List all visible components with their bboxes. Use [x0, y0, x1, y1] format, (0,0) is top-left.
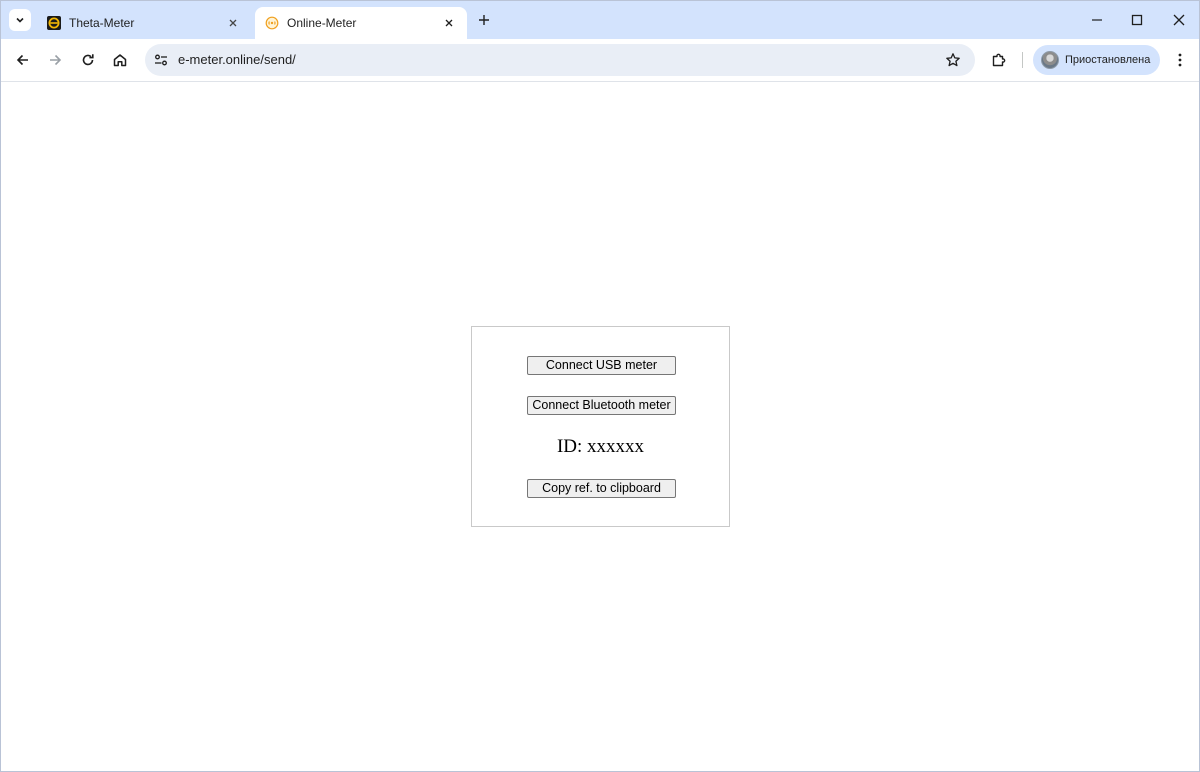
arrow-left-icon: [15, 52, 31, 68]
close-tab-icon[interactable]: [225, 15, 241, 31]
extensions-button[interactable]: [985, 46, 1013, 74]
bookmark-star-icon[interactable]: [943, 50, 963, 70]
reload-button[interactable]: [74, 46, 102, 74]
copy-ref-button[interactable]: Copy ref. to clipboard: [527, 479, 676, 498]
tab-search-button[interactable]: [9, 9, 31, 31]
address-bar[interactable]: e-meter.online/send/: [145, 44, 975, 76]
close-tab-icon[interactable]: [441, 15, 457, 31]
tab-strip: Theta-Meter Online-Meter: [1, 1, 1199, 39]
profile-status-label: Приостановлена: [1065, 54, 1151, 66]
reload-icon: [80, 52, 96, 68]
browser-toolbar: e-meter.online/send/ Приостановлена: [1, 39, 1199, 82]
tab-title: Online-Meter: [287, 16, 357, 30]
close-icon: [1173, 14, 1185, 26]
id-value: xxxxxx: [587, 436, 645, 457]
page-content: Connect USB meter Connect Bluetooth mete…: [1, 82, 1199, 771]
maximize-icon: [1131, 14, 1143, 26]
plus-icon: [478, 14, 490, 26]
online-meter-favicon-icon: [265, 16, 279, 30]
id-prefix: ID:: [556, 436, 583, 457]
more-vertical-icon: [1172, 52, 1188, 68]
browser-menu-button[interactable]: [1166, 46, 1194, 74]
arrow-right-icon: [47, 52, 63, 68]
avatar: [1041, 51, 1059, 69]
tab-title: Theta-Meter: [69, 16, 135, 30]
browser-window: Theta-Meter Online-Meter e-meter.online/…: [0, 0, 1200, 772]
back-button[interactable]: [9, 46, 37, 74]
home-icon: [112, 52, 128, 68]
address-url: e-meter.online/send/: [178, 52, 296, 67]
theta-meter-favicon-icon: [47, 16, 61, 30]
minimize-button[interactable]: [1077, 7, 1117, 33]
session-id: ID: xxxxxx: [472, 436, 729, 458]
site-info-icon[interactable]: [151, 50, 171, 70]
new-tab-button[interactable]: [474, 10, 494, 30]
puzzle-piece-icon: [991, 52, 1007, 68]
close-window-button[interactable]: [1159, 7, 1199, 33]
forward-button[interactable]: [41, 46, 69, 74]
maximize-button[interactable]: [1117, 7, 1157, 33]
toolbar-divider: [1022, 52, 1023, 68]
profile-button[interactable]: Приостановлена: [1033, 45, 1160, 75]
chevron-down-icon: [15, 15, 25, 25]
connect-bluetooth-button[interactable]: Connect Bluetooth meter: [527, 396, 676, 415]
home-button[interactable]: [106, 46, 134, 74]
minimize-icon: [1091, 14, 1103, 26]
meter-panel: Connect USB meter Connect Bluetooth mete…: [471, 326, 730, 527]
tab-online-meter[interactable]: Online-Meter: [255, 7, 467, 39]
connect-usb-button[interactable]: Connect USB meter: [527, 356, 676, 375]
tab-theta-meter[interactable]: Theta-Meter: [37, 7, 251, 39]
